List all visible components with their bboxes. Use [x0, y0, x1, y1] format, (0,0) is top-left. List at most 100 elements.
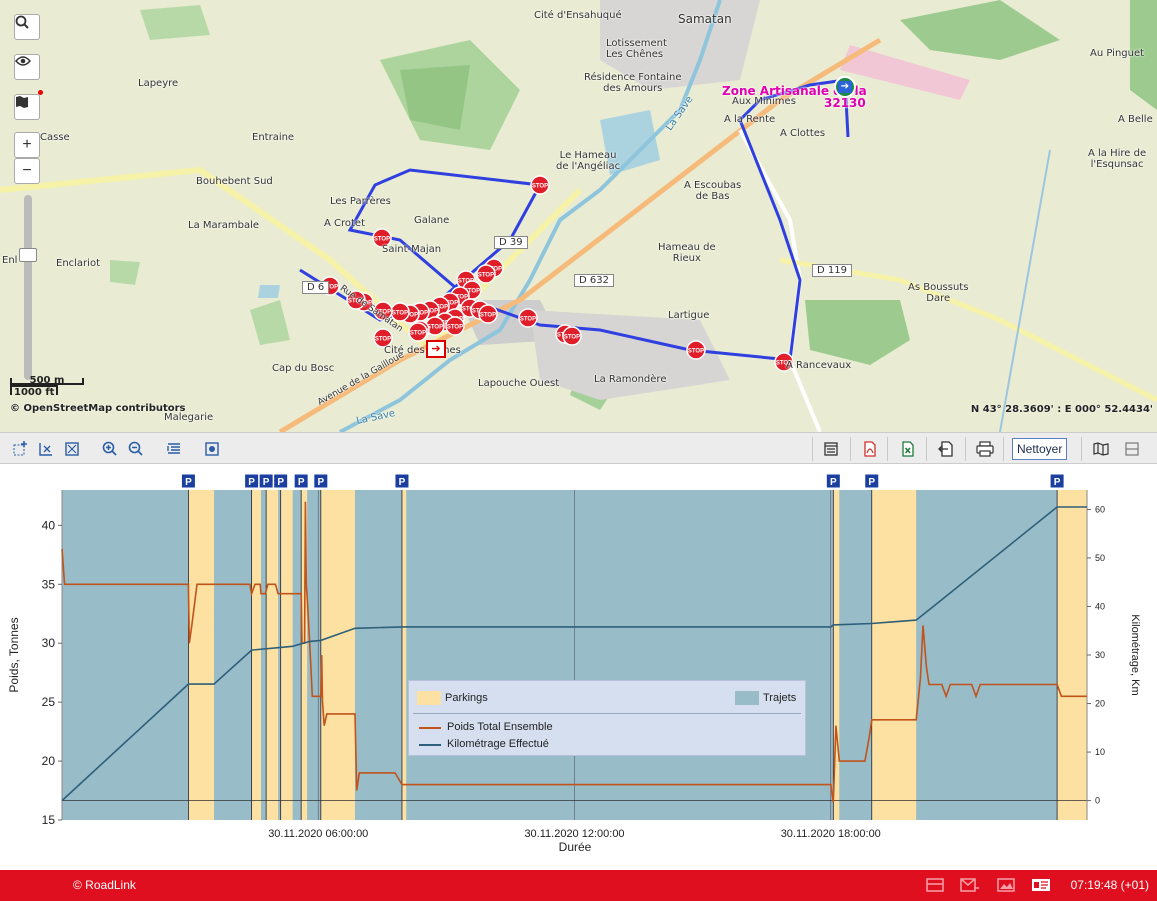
map-icon[interactable]: [14, 94, 40, 120]
excel-export-icon[interactable]: [897, 439, 919, 459]
fit-icon[interactable]: [61, 439, 83, 459]
parking-band: [188, 490, 215, 820]
zoom-out-button[interactable]: −: [14, 158, 40, 184]
zoom-in-icon[interactable]: [99, 439, 121, 459]
y2-tick-label: 50: [1095, 553, 1105, 563]
eye-icon[interactable]: [14, 54, 40, 80]
zoom-region-icon[interactable]: [9, 439, 31, 459]
chart-svg[interactable]: P P P P P P P P P P30.11.2020 06:00:00 30.11.2020 …: [0, 465, 1157, 870]
parking-band: [871, 490, 917, 820]
place-label: A Rancevaux: [786, 360, 852, 371]
parking-marker-label: P: [263, 477, 270, 488]
place-label: Lapeyre: [138, 78, 179, 89]
cursor-coordinates: N 43° 28.3609' : E 000° 52.4434': [970, 404, 1153, 415]
inbox-icon[interactable]: [925, 877, 945, 893]
place-label: Galane: [414, 215, 450, 226]
parking-band: [266, 490, 279, 820]
parking-marker-label: P: [277, 477, 284, 488]
parking-band: [1057, 490, 1087, 820]
zoom-slider-handle[interactable]: [19, 248, 37, 262]
place-label: A la Hire de l'Esqunsac: [1088, 148, 1147, 170]
snapshot-icon[interactable]: [201, 439, 223, 459]
place-label: A Escoubas de Bas: [684, 180, 742, 202]
place-label: Saint-Majan: [382, 244, 442, 255]
toolbar-separator: [812, 437, 813, 461]
legend-poids-label: Poids Total Ensemble: [447, 721, 553, 733]
y-axis-label: Poids, Tonnes: [7, 617, 21, 692]
toolbar-separator: [1081, 437, 1082, 461]
toolbar-separator: [850, 437, 851, 461]
scale-metric: 500 m: [10, 376, 84, 386]
parking-marker-label: P: [830, 477, 837, 488]
legend-km-swatch: [419, 744, 441, 746]
start-marker-icon[interactable]: ➔: [426, 340, 446, 358]
place-label: Lapouche Ouest: [478, 378, 560, 389]
place-label: A Belle: [1118, 114, 1153, 125]
legend-poids-swatch: [419, 727, 441, 729]
place-label: Samatan: [678, 12, 732, 26]
zoom-slider-track[interactable]: [24, 195, 32, 380]
legend-km-label: Kilométrage Effectué: [447, 738, 549, 750]
y2-tick-label: 20: [1095, 699, 1105, 709]
nettoyer-button[interactable]: Nettoyer: [1012, 438, 1068, 460]
legend-trajets-swatch: [735, 691, 759, 705]
x-axis-label: Durée: [559, 840, 592, 854]
image-icon[interactable]: [996, 877, 1016, 893]
place-label: Lartigue: [668, 310, 710, 321]
zoom-out-icon[interactable]: [125, 439, 147, 459]
stop-marker-label: STOP: [374, 237, 390, 243]
list-icon[interactable]: [163, 439, 185, 459]
table-view-icon[interactable]: [820, 439, 842, 459]
place-label: Enl: [2, 255, 18, 266]
x-tick-label: 30.11.2020 06:00:00: [268, 828, 368, 840]
toolbar-separator: [926, 437, 927, 461]
scale-bar: 500 m 1000 ft: [10, 376, 84, 398]
x-tick-label: 30.11.2020 18:00:00: [781, 828, 881, 840]
legend-parkings-label: Parkings: [445, 692, 488, 704]
stop-marker-label: STOP: [375, 337, 391, 343]
parking-band: [320, 490, 355, 820]
place-label: La Marambale: [188, 220, 260, 231]
place-label: Lotissement Les Chênes: [606, 38, 667, 60]
scale-imperial: 1000 ft: [10, 385, 58, 398]
place-label: Casse: [40, 132, 70, 143]
legend-parkings-swatch: [417, 691, 441, 705]
legend-divider: [413, 713, 801, 714]
legend-trajets-label: Trajets: [763, 692, 797, 704]
place-label: La Ramondère: [594, 374, 667, 385]
copyright: © RoadLink: [73, 878, 136, 892]
road-badge: D 119: [812, 264, 852, 277]
place-label: Cap du Bosc: [272, 363, 335, 374]
search-icon[interactable]: [14, 14, 40, 40]
map-canvas[interactable]: STOP STOP STOP STOP STOP STOP STOP STOP STOP STOP…: [0, 0, 1157, 432]
map-view[interactable]: STOP STOP STOP STOP STOP STOP STOP STOP STOP STOP…: [0, 0, 1157, 432]
stop-marker-label: STOP: [410, 331, 426, 337]
forest-patch: [140, 5, 210, 40]
y-tick-label: 15: [42, 813, 56, 827]
stop-marker-label: STOP: [447, 325, 463, 331]
map-toggle-icon[interactable]: [1090, 439, 1112, 459]
weight-mileage-chart[interactable]: P P P P P P P P P P 30.11.2020 06:00:00 30.11.2020 …: [0, 465, 1157, 870]
end-marker-icon[interactable]: ➔: [834, 76, 856, 98]
y-tick-label: 40: [42, 518, 56, 532]
zoom-in-button[interactable]: +: [14, 132, 40, 158]
clock: 07:19:48 (+01): [1070, 878, 1149, 892]
y2-tick-label: 60: [1095, 504, 1105, 514]
pdf-export-icon[interactable]: [859, 439, 881, 459]
place-label: Hameau de Rieux: [658, 242, 716, 264]
print-icon[interactable]: [974, 439, 996, 459]
stop-marker-label: STOP: [480, 313, 496, 319]
id-card-icon[interactable]: [1031, 877, 1051, 893]
y-tick-label: 35: [42, 577, 56, 591]
parking-band: [401, 490, 407, 820]
place-label: Bouhebent Sud: [196, 176, 273, 187]
stop-marker-label: STOP: [564, 335, 580, 341]
y2-tick-label: 30: [1095, 650, 1105, 660]
pond: [258, 285, 280, 298]
split-view-icon[interactable]: [1121, 439, 1143, 459]
export-icon[interactable]: [935, 439, 957, 459]
zoom-x-icon[interactable]: [35, 439, 57, 459]
road-badge: D 39: [494, 236, 528, 249]
y2-tick-label: 10: [1095, 747, 1105, 757]
mail-icon[interactable]: [960, 877, 980, 893]
